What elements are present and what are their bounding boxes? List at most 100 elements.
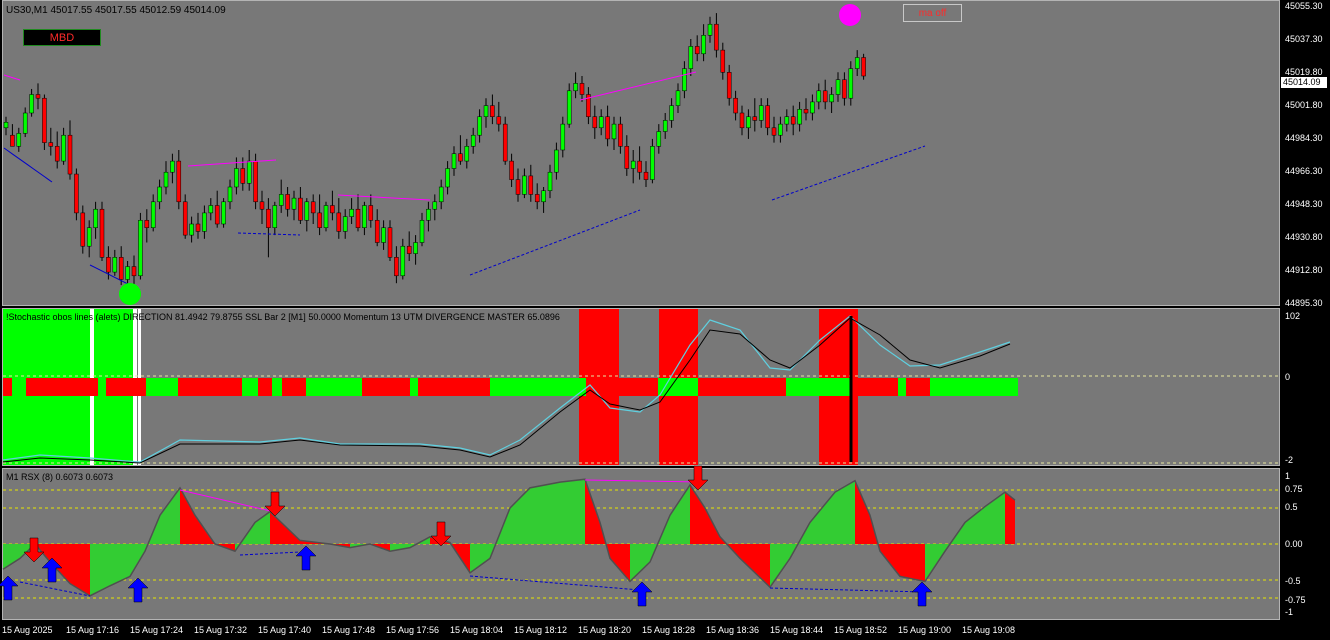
candle-body [784,116,790,125]
candle-body [842,79,847,99]
candle-body [330,205,335,214]
sell-signal-dot [839,4,861,26]
rsx-histogram-segment [690,484,705,544]
candle-body [406,245,412,254]
candle-body [630,160,636,169]
candle-body [400,245,406,277]
ssl-bar-segment [930,378,1018,396]
candle-body [106,257,111,273]
candle-body [694,46,700,55]
rsx-axis-label: 1 [1285,471,1291,481]
stoch-axis-label: 102 [1285,311,1301,321]
candle-body [10,134,15,147]
candle-body [16,133,22,147]
candle-body [394,257,399,277]
candle-body [80,212,86,247]
rsx-axis-label: 0.00 [1285,539,1303,549]
candle-body [707,23,713,36]
candle-body [278,194,284,206]
rsx-histogram-segment [510,487,530,544]
time-label: 15 Aug 18:44 [770,625,824,635]
candle-body [157,186,162,203]
candle-body [118,257,124,280]
rsx-divergence-line [239,551,301,556]
candle-body [752,116,758,121]
rsx-axis-label: -0.5 [1285,576,1301,586]
stoch-axis-label: 0 [1285,372,1291,382]
candle-body [298,197,303,221]
candle-body [605,116,610,140]
candle-body [650,146,655,180]
rsx-divergence-line [179,489,276,513]
candle-body [573,83,578,92]
ssl-bar-segment [786,378,850,396]
candle-body [797,109,802,125]
rsx-histogram-segment [3,544,20,570]
candle-body [285,194,290,210]
candle-body [662,120,668,132]
rsx-histogram-segment [560,479,585,544]
time-label: 15 Aug 18:12 [514,625,568,635]
ssl-bar-segment [106,378,146,396]
ma-off-button[interactable]: ma off [903,4,962,22]
price-label: 44895.30 [1285,298,1323,308]
ssl-bar-segment [306,378,362,396]
time-label: 15 Aug 19:00 [898,625,952,635]
time-label: 15 Aug 17:48 [322,625,376,635]
candle-body [733,97,738,114]
candle-body [381,227,386,243]
price-label: 44984.30 [1285,133,1323,143]
candle-body [682,68,687,92]
trading-terminal: US30,M1 45017.55 45017.55 45012.59 45014… [0,0,1330,640]
price-label: 44912.80 [1285,265,1323,275]
candle-body [765,105,770,129]
candle-body [54,146,60,162]
buy-arrow-icon [631,581,653,607]
candle-body [669,105,674,121]
time-label: 15 Aug 18:28 [642,625,696,635]
rsx-histogram-segment [270,511,285,544]
candle-body [675,90,681,106]
price-label: 45055.30 [1285,1,1323,11]
mbd-button[interactable]: MBD [23,29,101,46]
candle-body [829,94,834,103]
candle-body [746,116,751,129]
candle-body [336,212,342,232]
price-label: 44966.30 [1285,166,1323,176]
candle-body [790,116,796,125]
rsx-histogram-segment [530,482,560,544]
rsx-histogram-segment [1005,492,1015,544]
candle-body [195,223,201,232]
ssl-bar-segment [362,378,410,396]
ssl-bar-segment [658,378,698,396]
candle-body [342,216,348,232]
candle-body [560,123,566,151]
candle-body [554,149,559,173]
stoch-axis-label: -2 [1285,455,1294,465]
candle-body [93,208,98,228]
rsx-histogram-segment [70,544,90,596]
candle-body [35,94,41,99]
price-label: 45019.80 [1285,67,1323,77]
candle-body [29,94,34,114]
candle-body [714,23,719,51]
candle-body [835,79,841,95]
candle-body [758,105,764,121]
candle-body [656,131,662,147]
candle-body [451,153,457,169]
candle-body [464,146,470,162]
candle-body [490,105,495,117]
buy-arrow-icon [295,545,317,571]
candle-body [522,175,527,195]
price-chart-header: US30,M1 45017.55 45017.55 45012.59 45014… [6,5,226,16]
candle-body [803,109,809,114]
rsx-histogram-segment [670,484,690,544]
candle-body [234,168,239,188]
candle-body [150,201,156,228]
candle-body [502,123,508,162]
divergence-line [469,209,641,276]
ssl-bar-segment [12,378,26,396]
candle-body [483,105,489,117]
candle-body [266,208,271,228]
candle-body [208,205,214,214]
